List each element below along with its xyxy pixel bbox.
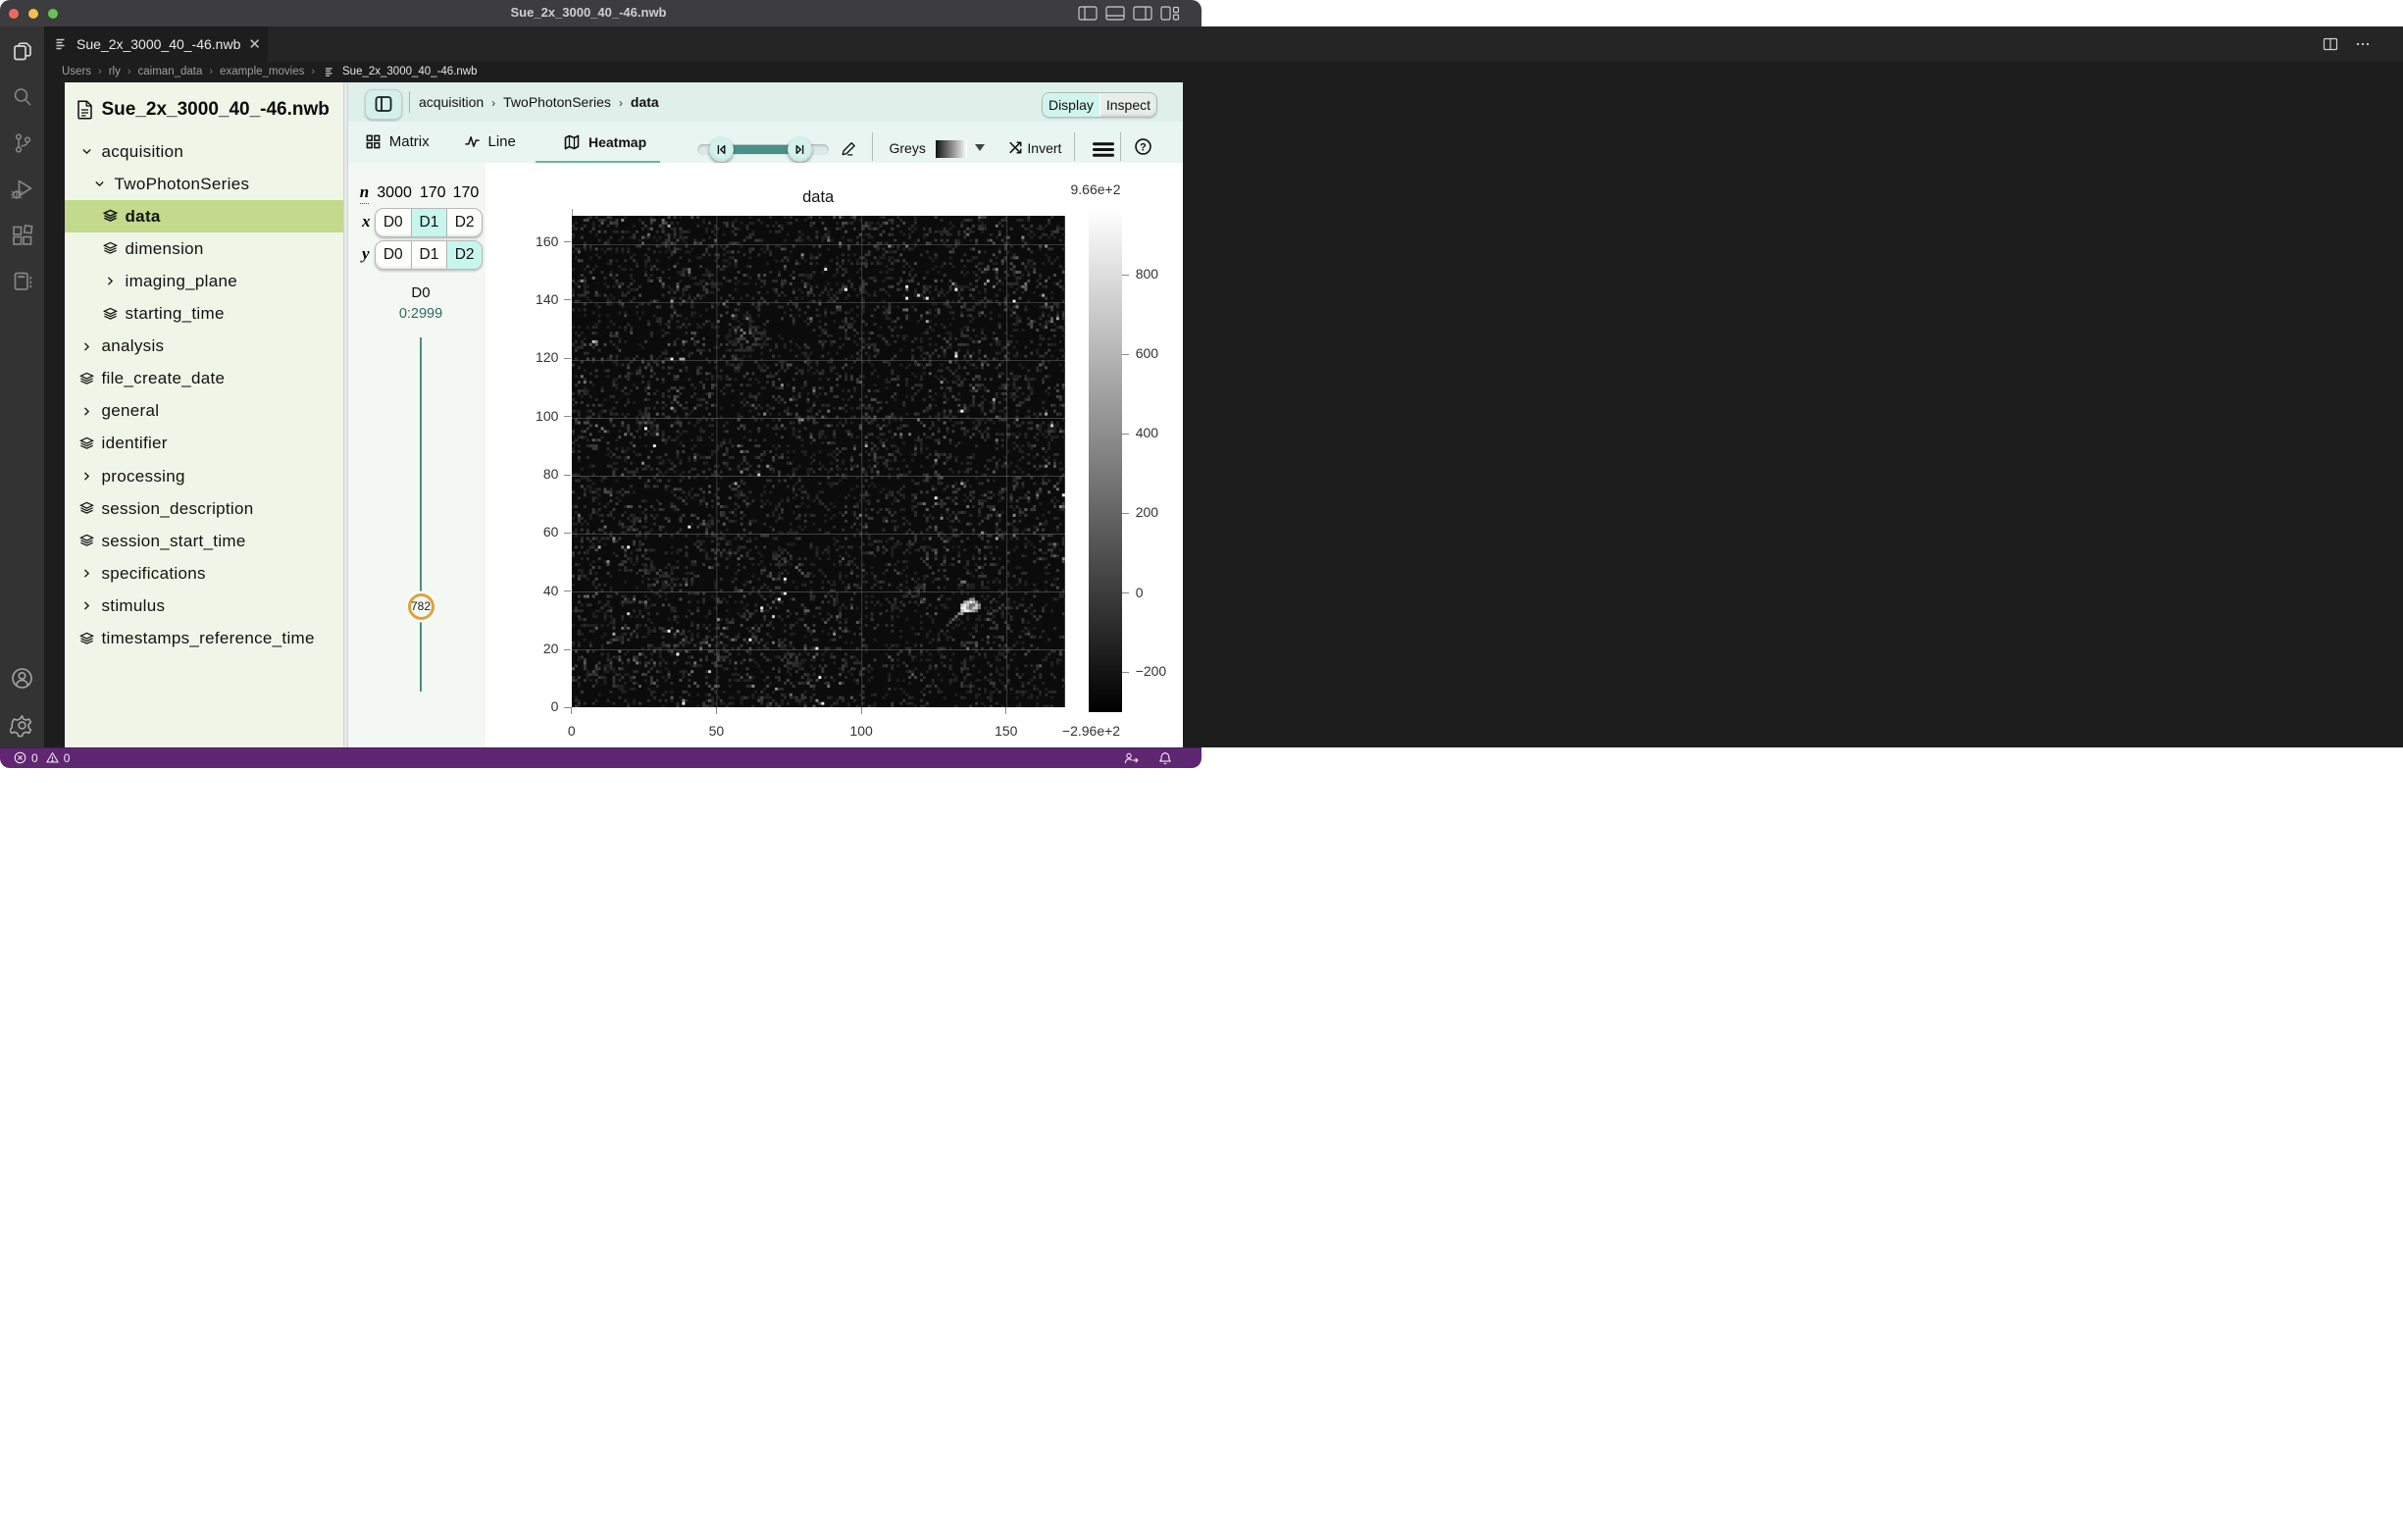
svg-text:?: ? [1140,141,1147,153]
